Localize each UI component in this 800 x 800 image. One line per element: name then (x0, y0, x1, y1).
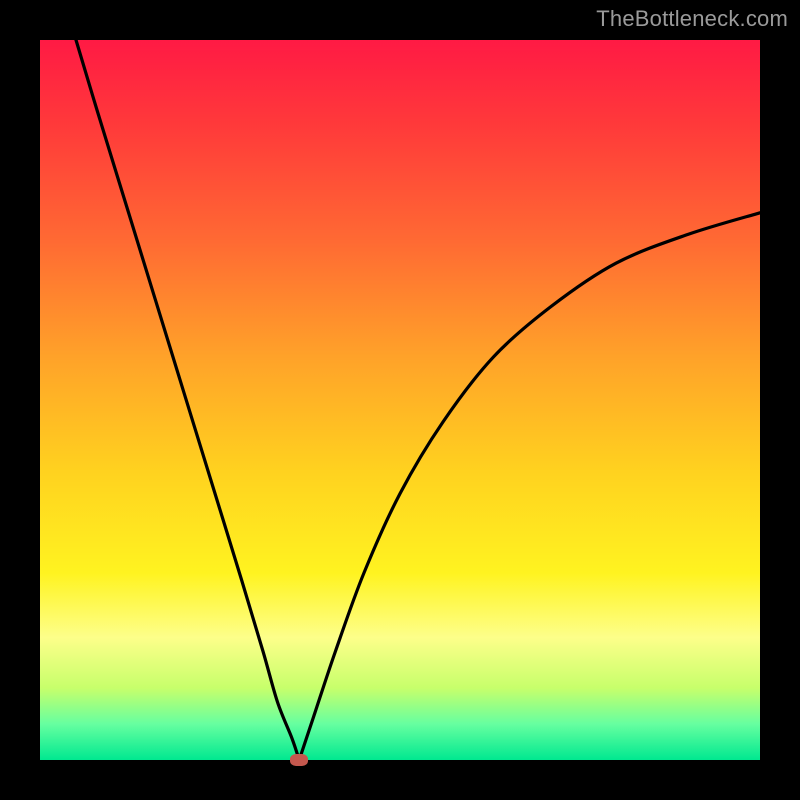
watermark-text: TheBottleneck.com (596, 6, 788, 32)
bottleneck-curve (40, 40, 760, 760)
optimal-point-marker (290, 754, 308, 766)
curve-left-branch (76, 40, 299, 760)
chart-frame: TheBottleneck.com (0, 0, 800, 800)
plot-area (40, 40, 760, 760)
curve-right-branch (299, 213, 760, 760)
